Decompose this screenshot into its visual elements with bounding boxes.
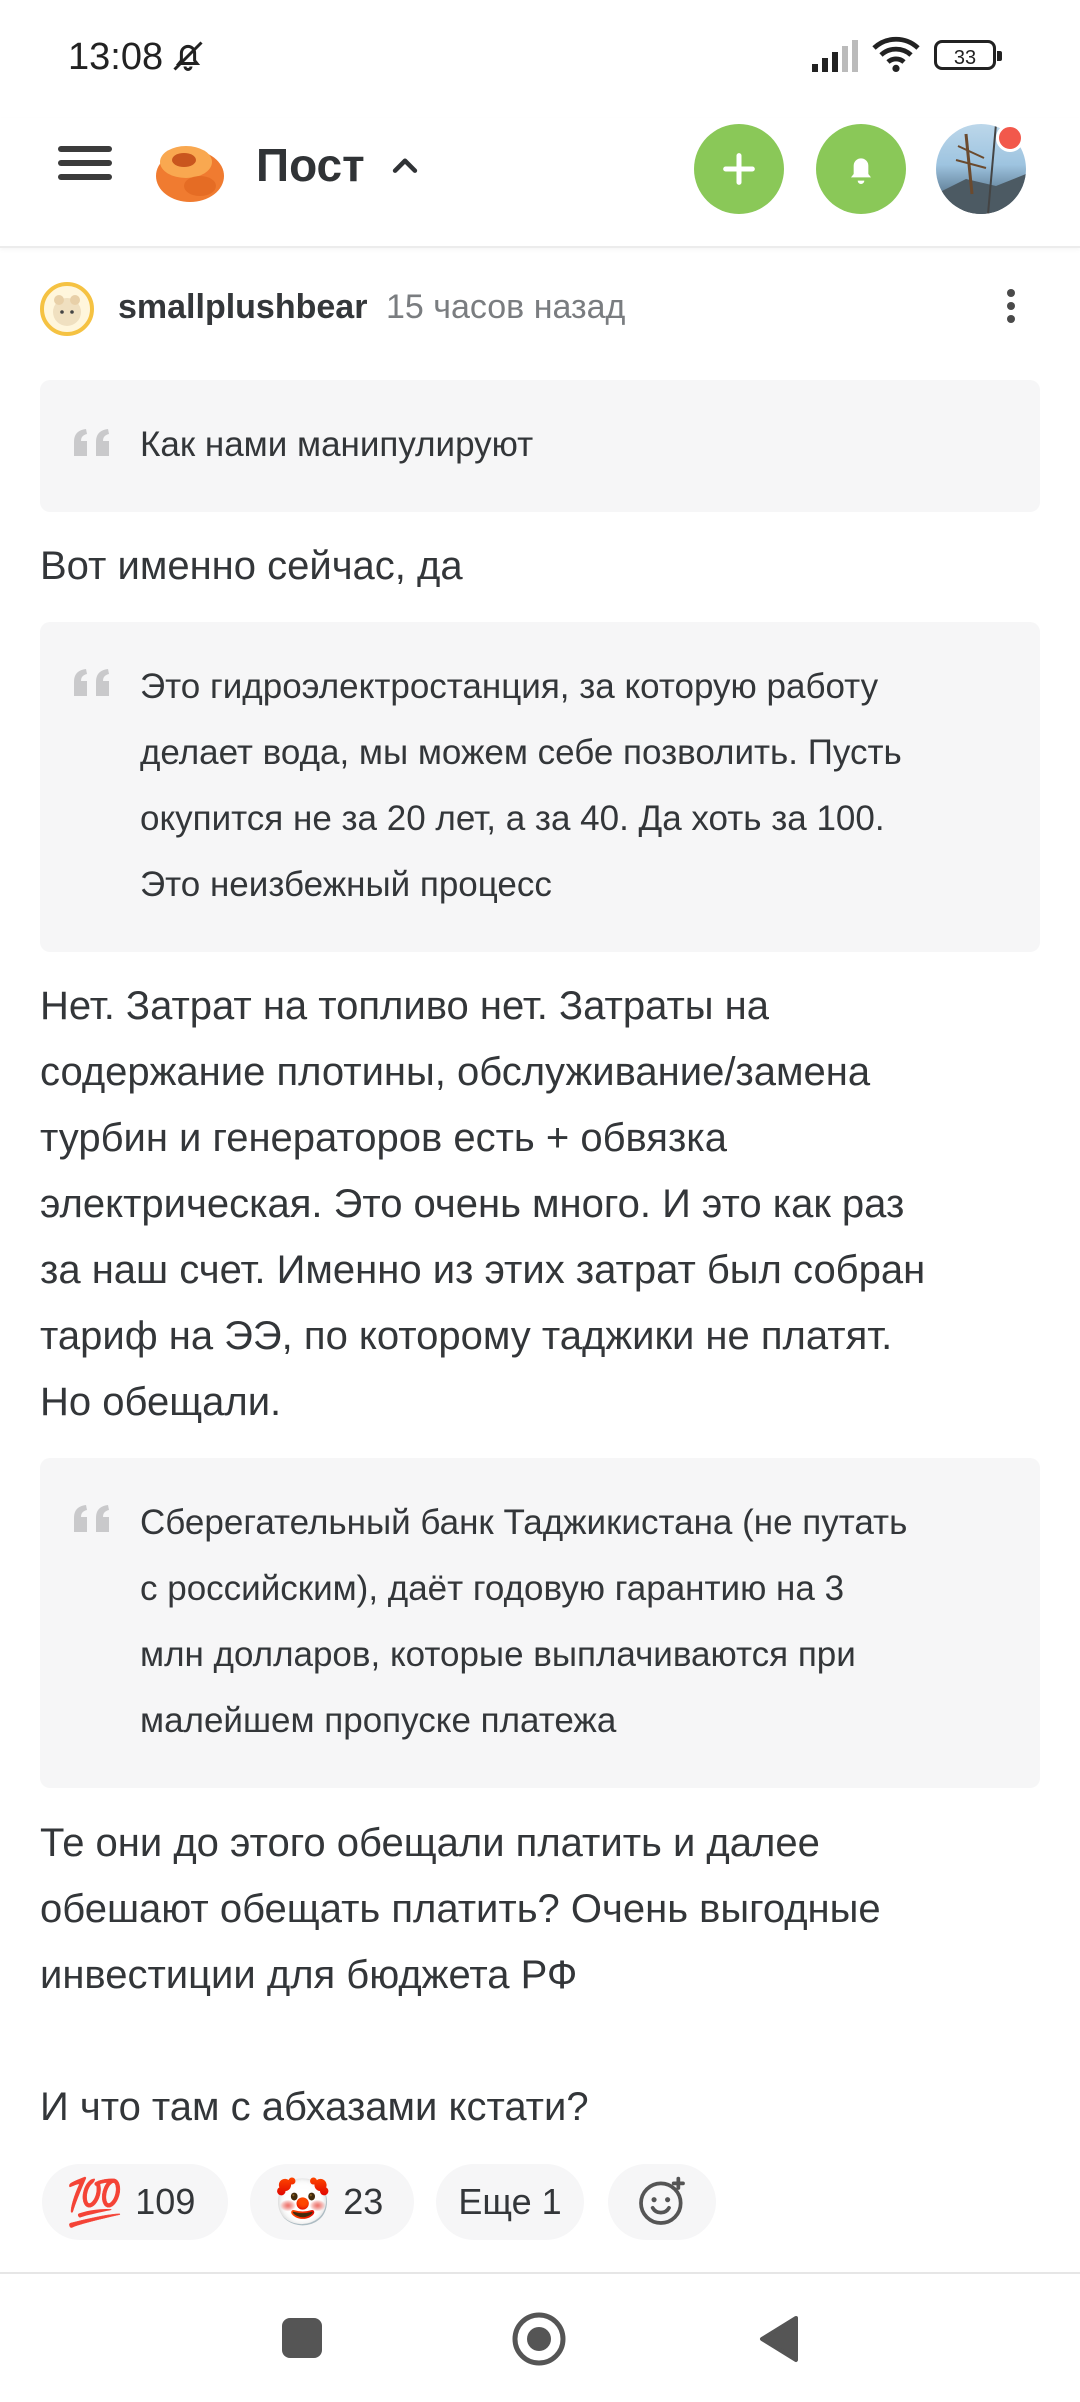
text-line: Те они до этого обещали платить и далее xyxy=(40,1821,820,1865)
more-reactions-button[interactable]: Еще 1 xyxy=(436,2164,584,2240)
quote-line: Это неизбежный процесс xyxy=(140,865,552,904)
recent-apps-button[interactable] xyxy=(282,2318,322,2358)
quote-mark-icon xyxy=(70,414,116,484)
quote-block: Как нами манипулируют xyxy=(40,380,1040,512)
text-line: тариф на ЭЭ, по которому таджики не плат… xyxy=(40,1314,893,1358)
quote-line: окупится не за 20 лет, а за 40. Да хоть … xyxy=(140,799,885,838)
comment-text: Вот именно сейчас, да xyxy=(40,544,463,588)
quote-block: Сберегательный банк Таджикистана (не пут… xyxy=(40,1458,1040,1788)
more-reactions-label: Еще 1 xyxy=(458,2181,562,2222)
text-line: Но обещали. xyxy=(40,1380,282,1424)
menu-line xyxy=(58,160,112,166)
dot xyxy=(1007,289,1015,297)
app-logo[interactable] xyxy=(150,130,230,215)
quote-line: делает вода, мы можем себе позволить. Пу… xyxy=(140,733,902,772)
hundred-points-icon: 💯 xyxy=(66,2175,124,2228)
back-button[interactable] xyxy=(756,2314,800,2369)
text-line: инвестиции для бюджета РФ xyxy=(40,1953,578,1997)
menu-button[interactable] xyxy=(58,142,112,196)
smiley-add-icon xyxy=(639,2176,685,2225)
dot xyxy=(1007,302,1015,310)
comment-author-row: smallplushbear 15 часов назад xyxy=(40,280,1040,340)
battery-icon: 33 xyxy=(934,40,1002,70)
text-line: турбин и генераторов есть + обвязка xyxy=(40,1116,727,1160)
reaction-100[interactable]: 💯 109 xyxy=(42,2164,228,2240)
reaction-count: 23 xyxy=(343,2181,384,2222)
quote-block: Это гидроэлектростанция, за которую рабо… xyxy=(40,622,1040,952)
quote-line: Сберегательный банк Таджикистана (не пут… xyxy=(140,1503,908,1542)
quote-line: малейшем пропуске платежа xyxy=(140,1701,617,1740)
quote-line: Это гидроэлектростанция, за которую рабо… xyxy=(140,667,879,706)
author-avatar[interactable] xyxy=(40,282,94,336)
text-line: обешают обещать платить? Очень выгодные xyxy=(40,1887,881,1931)
comment-time: 15 часов назад xyxy=(386,288,626,326)
status-time: 13:08 xyxy=(68,36,164,78)
quote-text: Как нами манипулируют xyxy=(140,425,534,464)
text-line: за наш счет. Именно из этих затрат был с… xyxy=(40,1248,926,1292)
quote-mark-icon xyxy=(70,1492,116,1558)
comment-text: И что там с абхазами кстати? xyxy=(40,2085,589,2129)
add-post-button[interactable] xyxy=(694,124,784,214)
signal-icon xyxy=(812,40,862,77)
chevron-up-icon[interactable] xyxy=(388,148,422,187)
app-header: Пост xyxy=(0,118,1080,248)
quote-mark-icon xyxy=(70,656,116,722)
menu-line xyxy=(58,174,112,180)
quote-line: млн долларов, которые выплачиваются при xyxy=(140,1635,856,1674)
home-button[interactable] xyxy=(510,2310,568,2368)
text-line: электрическая. Это очень много. И это ка… xyxy=(40,1182,905,1226)
menu-line xyxy=(58,146,112,152)
text-line: содержание плотины, обслуживание/замена xyxy=(40,1050,871,1094)
add-reaction-button[interactable] xyxy=(608,2164,716,2240)
status-bar: 13:08 33 xyxy=(0,0,1080,118)
clown-face-icon: 🤡 xyxy=(274,2175,332,2228)
reaction-clown[interactable]: 🤡 23 xyxy=(250,2164,414,2240)
dot xyxy=(1007,315,1015,323)
reaction-count: 109 xyxy=(135,2181,196,2222)
wifi-icon xyxy=(872,36,920,77)
bell-off-icon xyxy=(170,38,206,79)
comment-text: Те они до этого обещали платить и далее … xyxy=(40,1810,1050,2008)
comment-text: Нет. Затрат на топливо нет. Затраты на с… xyxy=(40,973,1050,1435)
plus-icon xyxy=(723,153,755,185)
quote-line: с российским), даёт годовую гарантию на … xyxy=(140,1569,845,1608)
author-name[interactable]: smallplushbear xyxy=(118,288,367,327)
page-title[interactable]: Пост xyxy=(256,138,365,192)
bell-icon xyxy=(851,158,871,184)
notifications-button[interactable] xyxy=(816,124,906,214)
system-nav-bar xyxy=(0,2272,1080,2402)
text-line: Нет. Затрат на топливо нет. Затраты на xyxy=(40,984,769,1028)
more-options-button[interactable] xyxy=(996,284,1026,334)
notification-dot xyxy=(996,124,1024,152)
